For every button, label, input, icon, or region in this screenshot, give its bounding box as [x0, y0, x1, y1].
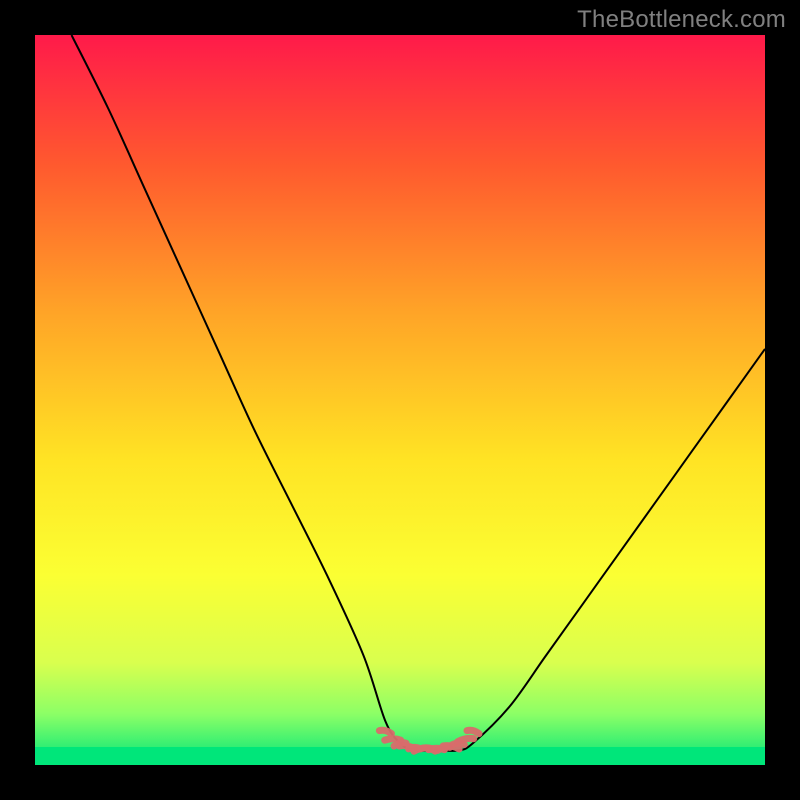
bottom-green-band: [35, 747, 765, 765]
chart-svg: [35, 35, 765, 765]
chart-frame: TheBottleneck.com: [0, 0, 800, 800]
watermark-text: TheBottleneck.com: [577, 6, 786, 34]
marker-segment: [467, 730, 479, 733]
plot-area: [35, 35, 765, 765]
marker-segment: [458, 738, 474, 741]
gradient-background: [35, 35, 765, 765]
marker-segment: [379, 730, 391, 733]
